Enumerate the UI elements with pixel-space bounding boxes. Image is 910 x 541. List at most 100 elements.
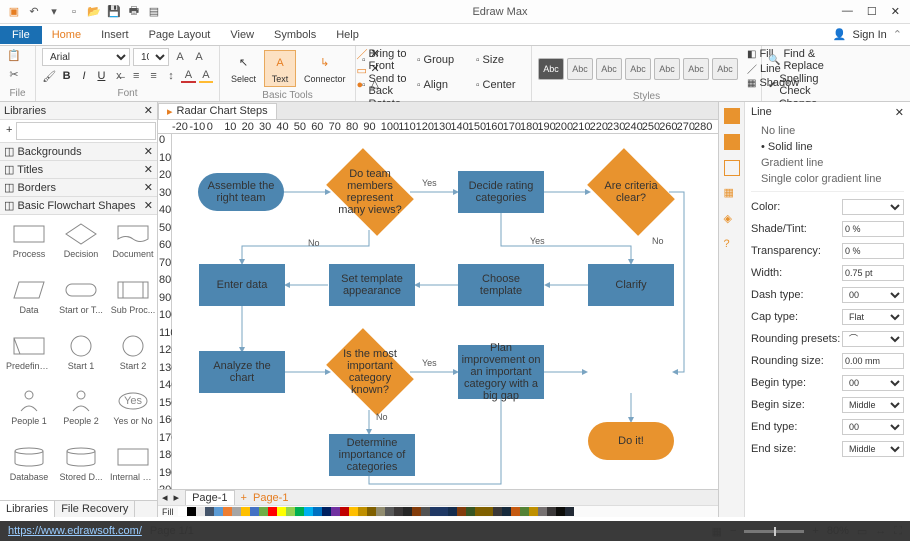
node-determine-importance[interactable]: Determine importance of categories — [329, 434, 415, 476]
color-swatch[interactable] — [520, 507, 529, 516]
color-swatch[interactable] — [241, 507, 250, 516]
lib-cat-flowchart[interactable]: ◫ Basic Flowchart Shapes✕ — [0, 197, 157, 215]
color-swatch[interactable] — [511, 507, 520, 516]
color-select[interactable] — [842, 199, 904, 215]
close-icon[interactable]: ✕ — [895, 106, 904, 119]
font-family-select[interactable]: Arial — [42, 48, 130, 66]
layers-icon[interactable]: ◈ — [724, 212, 740, 228]
close-icon[interactable]: ✕ — [144, 163, 153, 176]
line-props-icon[interactable] — [724, 108, 740, 124]
zoom-in-icon[interactable]: + — [812, 525, 818, 537]
lib-cat-titles[interactable]: ◫ Titles✕ — [0, 161, 157, 179]
underline-icon[interactable]: U — [94, 69, 108, 83]
color-swatch[interactable] — [340, 507, 349, 516]
italic-icon[interactable]: I — [77, 69, 91, 83]
color-swatch[interactable] — [358, 507, 367, 516]
opt-no-line[interactable]: No line — [751, 123, 904, 139]
color-swatch[interactable] — [178, 507, 187, 516]
lib-cat-backgrounds[interactable]: ◫ Backgrounds✕ — [0, 143, 157, 161]
page-tab[interactable]: Page-1 — [253, 492, 288, 504]
send-back-button[interactable]: ▫ Send to Back — [362, 73, 411, 97]
rounding-preset-select[interactable]: ⌒ — [842, 331, 904, 347]
begin-size-select[interactable]: Middle — [842, 397, 904, 413]
ribbon-collapse-icon[interactable]: ⌃ — [893, 28, 902, 41]
zoom-slider[interactable] — [744, 530, 804, 533]
close-icon[interactable]: ✕ — [144, 199, 153, 212]
node-template-appearance[interactable]: Set template appearance — [329, 264, 415, 306]
canvas[interactable]: Assemble the right team Do team members … — [172, 134, 718, 489]
bring-front-button[interactable]: ▫ Bring to Front — [362, 48, 411, 72]
style-chip[interactable]: Abc — [596, 58, 622, 80]
color-swatch[interactable] — [529, 507, 538, 516]
minimize-icon[interactable]: — — [842, 5, 853, 18]
prev-page-icon[interactable]: ◂ — [162, 491, 168, 504]
color-swatch[interactable] — [214, 507, 223, 516]
center-button[interactable]: ▫ Center — [476, 73, 525, 97]
new-icon[interactable]: ▫ — [66, 4, 82, 20]
end-size-select[interactable]: Middle — [842, 441, 904, 457]
highlight-icon[interactable]: A — [199, 69, 213, 83]
node-analyze-chart[interactable]: Analyze the chart — [199, 351, 285, 393]
redo-icon[interactable]: ▾ — [46, 4, 62, 20]
format-painter-icon[interactable]: 🖌 — [42, 69, 56, 83]
color-swatch[interactable] — [223, 507, 232, 516]
size-button[interactable]: ▫ Size — [476, 48, 525, 72]
color-swatch[interactable] — [259, 507, 268, 516]
color-swatch[interactable] — [313, 507, 322, 516]
color-swatch[interactable] — [421, 507, 430, 516]
shape-start--[interactable]: Start 2 — [108, 331, 157, 385]
end-type-select[interactable]: 00 — [842, 419, 904, 435]
color-swatch[interactable] — [403, 507, 412, 516]
font-color-icon[interactable]: A — [181, 69, 195, 83]
rounding-size-input[interactable] — [842, 353, 904, 369]
select-tool[interactable]: ↖Select — [226, 51, 261, 86]
color-swatch[interactable] — [286, 507, 295, 516]
style-chip[interactable]: Abc — [683, 58, 709, 80]
font-size-select[interactable]: 10 — [133, 48, 169, 66]
cap-select[interactable]: Flat — [842, 309, 904, 325]
dash-select[interactable]: 00 — [842, 287, 904, 303]
color-swatch[interactable] — [556, 507, 565, 516]
transparency-input[interactable] — [842, 243, 904, 259]
node-decide-categories[interactable]: Decide rating categories — [458, 171, 544, 213]
sign-in[interactable]: 👤 Sign In ⌃ — [825, 28, 910, 41]
align-icon[interactable]: ≡ — [146, 69, 160, 83]
layout-props-icon[interactable]: ▦ — [724, 186, 740, 202]
add-page-icon[interactable]: + — [241, 492, 247, 504]
bold-icon[interactable]: B — [59, 69, 73, 83]
shape-yes-or-no[interactable]: YesYes or No — [108, 386, 157, 440]
node-do-it[interactable]: Do it! — [588, 422, 674, 460]
tab-symbols[interactable]: Symbols — [264, 26, 326, 44]
width-input[interactable] — [842, 265, 904, 281]
file-tab[interactable]: File — [0, 26, 42, 44]
color-swatch[interactable] — [475, 507, 484, 516]
color-swatch[interactable] — [196, 507, 205, 516]
undo-icon[interactable]: ↶ — [26, 4, 42, 20]
color-swatch[interactable] — [502, 507, 511, 516]
shape-sub-proc---[interactable]: Sub Proc... — [108, 275, 157, 329]
maximize-icon[interactable]: ☐ — [867, 5, 877, 18]
group-button[interactable]: ▫ Group — [417, 48, 470, 72]
close-icon[interactable]: ✕ — [891, 5, 900, 18]
color-swatch[interactable] — [376, 507, 385, 516]
node-enter-data[interactable]: Enter data — [199, 264, 285, 306]
shape-data[interactable]: Data — [4, 275, 54, 329]
doc-tab[interactable]: ▸Radar Chart Steps — [158, 103, 277, 119]
style-chip[interactable]: Abc — [625, 58, 651, 80]
node-clarify[interactable]: Clarify — [588, 264, 674, 306]
fullscreen-icon[interactable]: ⛶ — [894, 525, 902, 538]
color-swatch[interactable] — [430, 507, 439, 516]
color-swatch[interactable] — [331, 507, 340, 516]
open-icon[interactable]: 📂 — [86, 4, 102, 20]
strike-icon[interactable]: x̶ — [112, 69, 126, 83]
color-swatch[interactable] — [268, 507, 277, 516]
text-tool[interactable]: AText — [264, 50, 296, 87]
color-swatch[interactable] — [565, 507, 574, 516]
grow-font-icon[interactable]: A — [172, 50, 188, 64]
color-swatch[interactable] — [466, 507, 475, 516]
color-swatch[interactable] — [295, 507, 304, 516]
color-swatch[interactable] — [250, 507, 259, 516]
color-swatch[interactable] — [493, 507, 502, 516]
tab-insert[interactable]: Insert — [91, 26, 139, 44]
find-replace-button[interactable]: 🔍 Find & Replace — [768, 48, 852, 72]
